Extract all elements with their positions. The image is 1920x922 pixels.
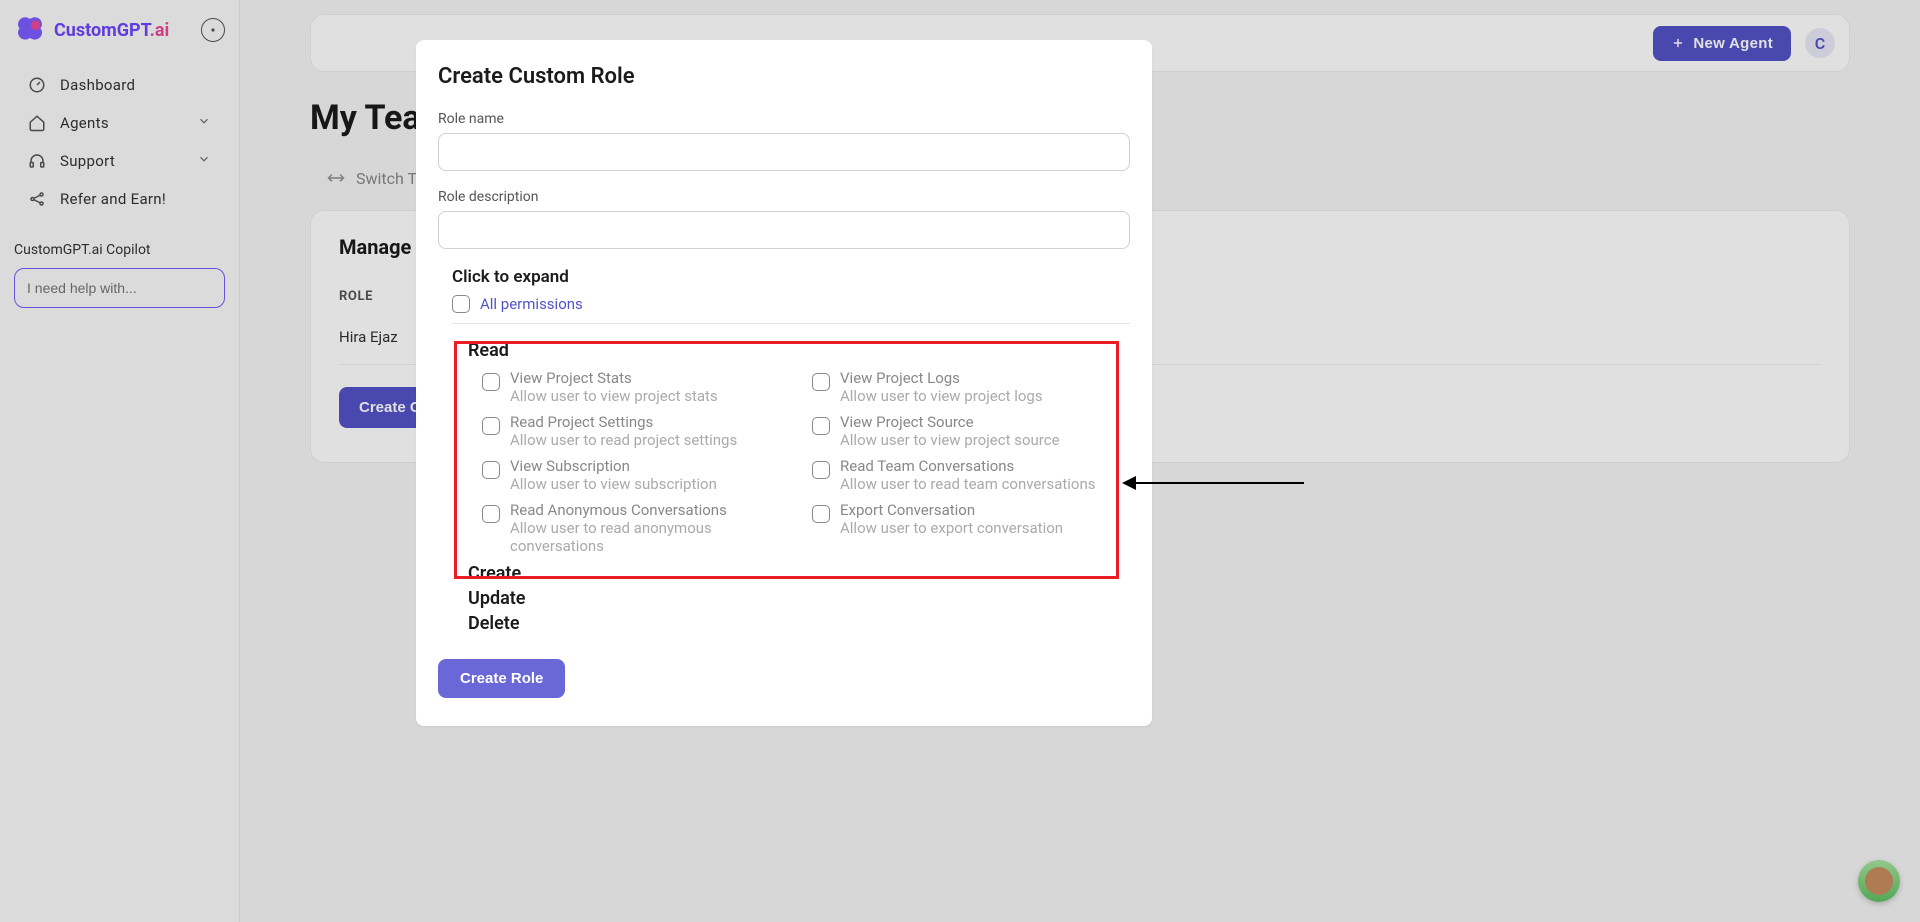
permission-checkbox[interactable] [812,505,830,523]
permission-item[interactable]: View Project LogsAllow user to view proj… [812,369,1124,405]
permission-desc: Allow user to view project stats [510,387,718,405]
create-role-button[interactable]: Create Role [438,659,565,698]
permission-text: Export ConversationAllow user to export … [840,501,1063,537]
permission-checkbox[interactable] [812,417,830,435]
update-section-title[interactable]: Update [468,586,1130,611]
role-description-label: Role description [438,189,1130,205]
permission-desc: Allow user to view project logs [840,387,1043,405]
permission-text: Read Anonymous ConversationsAllow user t… [510,501,794,555]
annotation-arrow-line [1136,482,1304,484]
permission-desc: Allow user to export conversation [840,519,1063,537]
permission-checkbox[interactable] [812,373,830,391]
permission-item[interactable]: View Project SourceAllow user to view pr… [812,413,1124,449]
all-permissions-checkbox[interactable] [452,295,470,313]
permission-checkbox[interactable] [482,373,500,391]
click-to-expand-label: Click to expand [452,267,1130,287]
permission-title: Export Conversation [840,501,1063,519]
permission-item[interactable]: Export ConversationAllow user to export … [812,501,1124,555]
read-permissions-grid: View Project StatsAllow user to view pro… [452,369,1130,561]
permissions-block: Click to expand All permissions Read Vie… [438,267,1130,637]
permission-checkbox[interactable] [482,461,500,479]
all-permissions-link[interactable]: All permissions [480,295,583,313]
permission-title: View Project Source [840,413,1060,431]
create-section-title[interactable]: Create [468,561,1130,586]
permission-desc: Allow user to read anonymous conversatio… [510,519,794,555]
permission-desc: Allow user to view subscription [510,475,717,493]
modal-title: Create Custom Role [438,64,1130,89]
permission-checkbox[interactable] [812,461,830,479]
role-description-input[interactable] [438,211,1130,249]
permission-item[interactable]: Read Anonymous ConversationsAllow user t… [482,501,794,555]
permission-desc: Allow user to view project source [840,431,1060,449]
permission-text: View SubscriptionAllow user to view subs… [510,457,717,493]
permission-checkbox[interactable] [482,417,500,435]
all-permissions-row[interactable]: All permissions [452,295,1130,313]
role-name-input[interactable] [438,133,1130,171]
permission-text: Read Team ConversationsAllow user to rea… [840,457,1096,493]
permission-title: View Project Logs [840,369,1043,387]
permission-item[interactable]: View SubscriptionAllow user to view subs… [482,457,794,493]
permission-title: View Subscription [510,457,717,475]
permission-checkbox[interactable] [482,505,500,523]
permission-desc: Allow user to read project settings [510,431,737,449]
permission-text: Read Project SettingsAllow user to read … [510,413,737,449]
permission-text: View Project LogsAllow user to view proj… [840,369,1043,405]
permission-item[interactable]: View Project StatsAllow user to view pro… [482,369,794,405]
read-section-title[interactable]: Read [468,340,1130,361]
permission-text: View Project StatsAllow user to view pro… [510,369,718,405]
create-role-modal: Create Custom Role Role name Role descri… [416,40,1152,726]
divider [452,323,1130,324]
permission-text: View Project SourceAllow user to view pr… [840,413,1060,449]
role-name-label: Role name [438,111,1130,127]
delete-section-title[interactable]: Delete [468,611,1130,636]
permission-item[interactable]: Read Project SettingsAllow user to read … [482,413,794,449]
permission-title: View Project Stats [510,369,718,387]
permission-title: Read Team Conversations [840,457,1096,475]
permission-desc: Allow user to read team conversations [840,475,1096,493]
permission-title: Read Anonymous Conversations [510,501,794,519]
permission-title: Read Project Settings [510,413,737,431]
annotation-arrow-head [1122,476,1136,490]
permission-item[interactable]: Read Team ConversationsAllow user to rea… [812,457,1124,493]
